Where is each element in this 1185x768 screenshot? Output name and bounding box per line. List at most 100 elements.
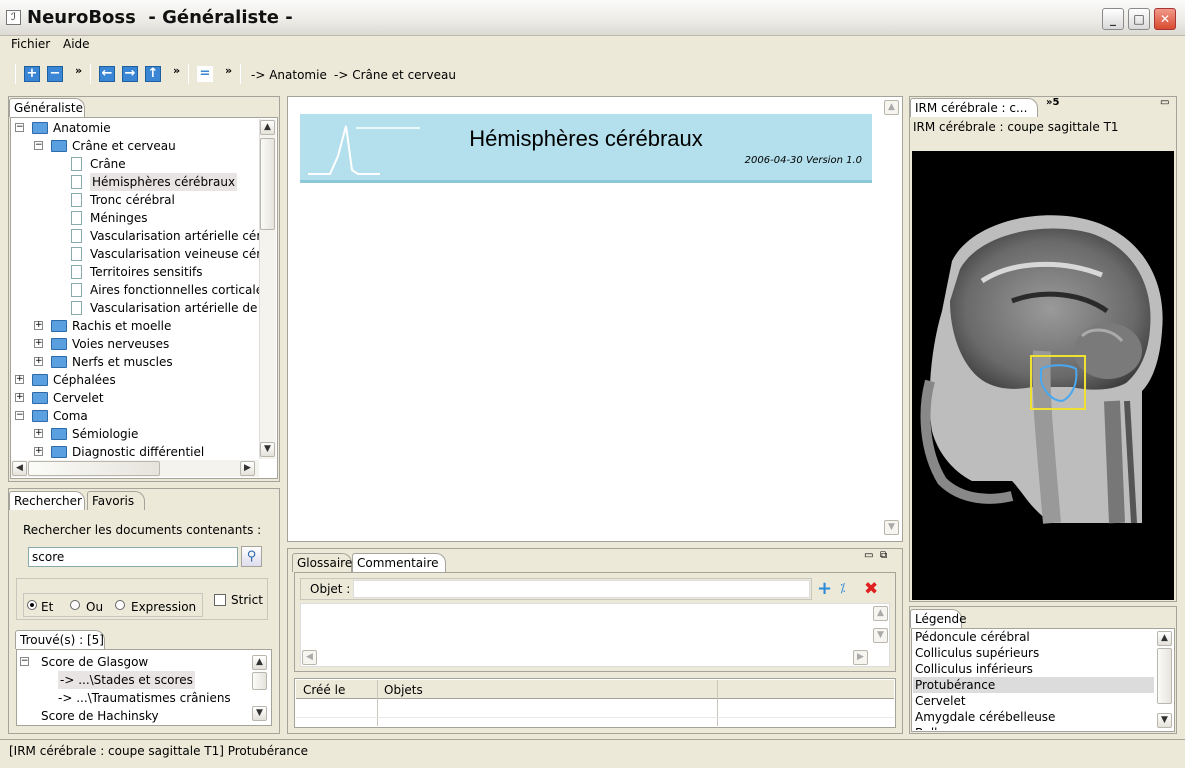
radio-ou[interactable] — [70, 600, 80, 610]
forward-icon[interactable]: → — [122, 66, 138, 82]
legend-item[interactable]: Colliculus supérieurs — [913, 645, 1154, 661]
result-item[interactable]: -> ...\Traumatismes crâniens — [18, 689, 250, 707]
tree-hscroll-thumb[interactable] — [28, 461, 160, 476]
menu-fichier[interactable]: Fichier — [11, 37, 50, 51]
tree-expander-icon[interactable]: + — [34, 357, 43, 366]
scroll-up-icon[interactable]: ▲ — [1157, 631, 1172, 646]
scroll-down-icon[interactable]: ▼ — [260, 442, 275, 457]
up-icon[interactable]: ↑ — [145, 66, 161, 82]
tree-expander-icon[interactable]: − — [15, 123, 24, 132]
tree-item[interactable]: − Crâne et cerveau — [11, 137, 259, 155]
breadcrumb-anatomie[interactable]: -> Anatomie — [251, 68, 327, 82]
comment-text-area[interactable] — [300, 603, 890, 667]
delete-comment-icon[interactable]: ✖ — [864, 578, 878, 600]
legend-item[interactable]: Colliculus inférieurs — [913, 661, 1154, 677]
minimize-button[interactable]: _ — [1102, 8, 1124, 30]
tree-expander-icon[interactable]: − — [20, 657, 29, 666]
tree-expander-icon[interactable]: + — [15, 375, 24, 384]
tree-expander-icon[interactable]: − — [15, 411, 24, 420]
back-icon[interactable]: ← — [99, 66, 115, 82]
tab-trouves[interactable]: Trouvé(s) : [5] — [15, 630, 105, 649]
scroll-up-icon[interactable]: ▲ — [884, 100, 899, 115]
tree-item[interactable]: Vascularisation artérielle céré — [11, 227, 259, 245]
sync-icon[interactable]: = — [197, 66, 213, 82]
minimize-panel-icon[interactable]: ▭ — [864, 550, 873, 561]
toolbar-overflow-chevron[interactable]: » — [225, 64, 232, 77]
result-item[interactable]: − Score de Glasgow — [18, 653, 250, 671]
tree-item[interactable]: Tronc cérébral — [11, 191, 259, 209]
restore-panel-icon[interactable]: ⧉ — [880, 550, 887, 561]
search-input[interactable] — [28, 547, 238, 567]
tabs-overflow-chevron[interactable]: »5 — [1046, 97, 1059, 108]
tree-expander-icon[interactable]: + — [34, 321, 43, 330]
tree-item[interactable]: Hémisphères cérébraux — [11, 173, 259, 191]
tree-expander-icon[interactable]: + — [34, 447, 43, 456]
tree-item[interactable]: + Sémiologie — [11, 425, 259, 443]
scroll-right-icon[interactable]: ▶ — [240, 461, 255, 476]
scroll-down-icon[interactable]: ▼ — [252, 706, 267, 721]
minimize-panel-icon[interactable]: ▭ — [1160, 97, 1169, 108]
tree-item[interactable]: Vascularisation artérielle de l' — [11, 299, 259, 317]
scroll-left-icon[interactable]: ◀ — [302, 650, 317, 665]
tree-expander-icon[interactable]: + — [15, 393, 24, 402]
tree-expander-icon[interactable]: + — [34, 429, 43, 438]
edit-comment-icon[interactable]: ⁒ — [840, 581, 845, 595]
tab-generaliste[interactable]: Généraliste — [9, 98, 85, 117]
tab-irm-cerebrale[interactable]: IRM cérébrale : c... — [910, 98, 1038, 117]
expand-all-icon[interactable]: + — [24, 66, 40, 82]
legend-item[interactable]: Cervelet — [913, 693, 1154, 709]
legend-item[interactable]: Pédoncule cérébral — [913, 629, 1154, 645]
tree-item[interactable]: Aires fonctionnelles corticales — [11, 281, 259, 299]
tree-expander-icon[interactable]: + — [34, 339, 43, 348]
tree-item[interactable]: − Anatomie — [11, 119, 259, 137]
breadcrumb-crane-cerveau[interactable]: -> Crâne et cerveau — [334, 68, 456, 82]
object-field[interactable] — [353, 580, 810, 598]
column-header-objets[interactable]: Objets — [384, 683, 423, 697]
tree-expander-icon[interactable]: − — [34, 141, 43, 150]
tree-item[interactable]: Territoires sensitifs — [11, 263, 259, 281]
scroll-left-icon[interactable]: ◀ — [12, 461, 27, 476]
tree-item[interactable]: Crâne — [11, 155, 259, 173]
tab-legende[interactable]: Légende — [910, 609, 966, 628]
tree-item[interactable]: + Diagnostic différentiel — [11, 443, 259, 459]
tab-commentaire[interactable]: Commentaire — [352, 553, 446, 572]
scroll-down-icon[interactable]: ▼ — [884, 520, 899, 535]
tree-item[interactable]: Vascularisation veineuse céré — [11, 245, 259, 263]
maximize-button[interactable]: □ — [1128, 8, 1150, 30]
close-button[interactable]: ✕ — [1154, 8, 1176, 30]
legend-item[interactable]: Amygdale cérébelleuse — [913, 709, 1154, 725]
result-item[interactable]: Score de Hachinsky — [18, 707, 250, 725]
legend-scroll-thumb[interactable] — [1157, 648, 1172, 704]
radio-et[interactable] — [27, 600, 37, 610]
results-scroll-thumb[interactable] — [252, 672, 267, 690]
tree-item[interactable]: + Céphalées — [11, 371, 259, 389]
legend-item[interactable]: Protubérance — [913, 677, 1154, 693]
tree-item[interactable]: + Cervelet — [11, 389, 259, 407]
scroll-right-icon[interactable]: ▶ — [853, 650, 868, 665]
strict-checkbox[interactable] — [214, 594, 226, 606]
scroll-down-icon[interactable]: ▼ — [873, 628, 888, 643]
tab-favoris[interactable]: Favoris — [87, 491, 145, 510]
scroll-down-icon[interactable]: ▼ — [1157, 713, 1172, 728]
tab-glossaire[interactable]: Glossaire — [292, 553, 352, 572]
mri-image[interactable] — [912, 151, 1174, 600]
add-comment-icon[interactable]: + — [817, 578, 832, 600]
scroll-up-icon[interactable]: ▲ — [260, 120, 275, 135]
tree-item[interactable]: Méninges — [11, 209, 259, 227]
column-header-cree-le[interactable]: Créé le — [303, 683, 345, 697]
collapse-all-icon[interactable]: − — [47, 66, 63, 82]
tree-item[interactable]: − Coma — [11, 407, 259, 425]
tree-item[interactable]: + Voies nerveuses — [11, 335, 259, 353]
tree-item[interactable]: + Rachis et moelle — [11, 317, 259, 335]
result-item[interactable]: -> ...\Stades et scores — [18, 671, 250, 689]
menu-aide[interactable]: Aide — [63, 37, 90, 51]
toolbar-overflow-chevron[interactable]: » — [173, 64, 180, 77]
toolbar-overflow-chevron[interactable]: » — [75, 64, 82, 77]
search-icon[interactable]: ⚲ — [241, 546, 262, 567]
legend-item[interactable]: Bulbe — [913, 725, 1154, 730]
scroll-up-icon[interactable]: ▲ — [252, 655, 267, 670]
tree-item[interactable]: + Nerfs et muscles — [11, 353, 259, 371]
tree-scroll-thumb[interactable] — [260, 138, 275, 230]
scroll-up-icon[interactable]: ▲ — [873, 606, 888, 621]
radio-expression[interactable] — [115, 600, 125, 610]
